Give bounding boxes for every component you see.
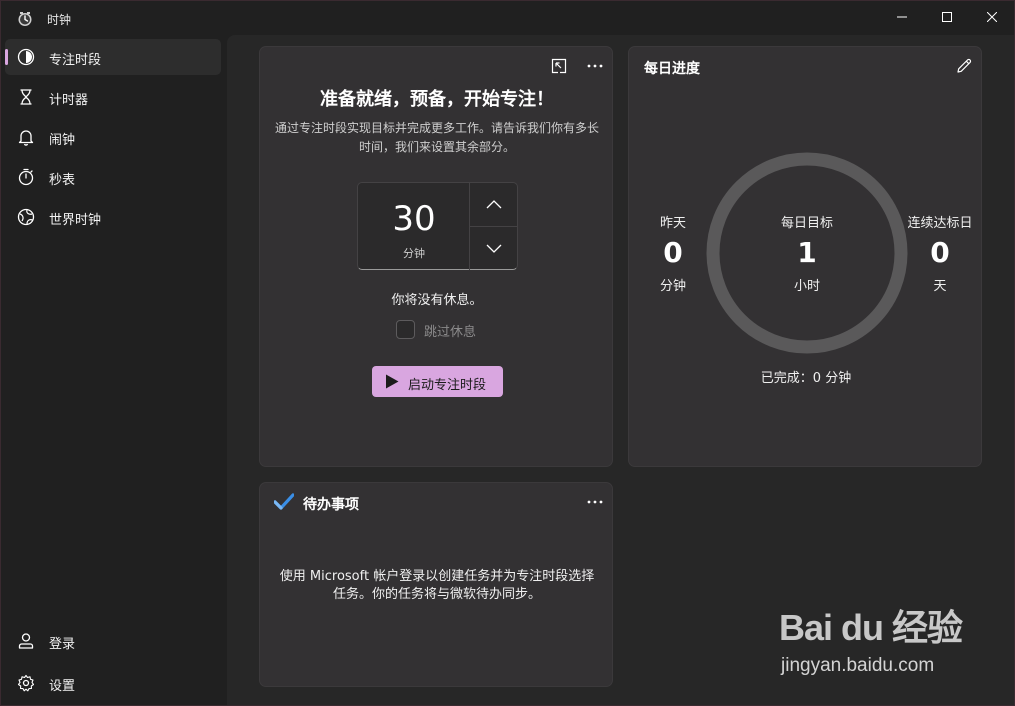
- focus-heading: 准备就绪，预备，开始专注！: [320, 89, 554, 110]
- sidebar-item-label: 闹钟: [49, 133, 76, 148]
- todo-signin-message: 使用 Microsoft 帐户登录以创建任务并为专注时段选择任务。你的任务将与微…: [279, 569, 595, 602]
- chevron-up-icon: [486, 200, 502, 209]
- sidebar-item-sign-in[interactable]: 登录: [5, 623, 221, 659]
- stopwatch-icon: [18, 168, 34, 186]
- globe-icon: [17, 208, 35, 226]
- daily-goal-stat: 每日目标 1 小时: [762, 212, 852, 294]
- completed-text: 已完成：0 分钟: [760, 371, 852, 386]
- daily-goal-unit: 小时: [793, 279, 820, 294]
- gear-icon: [17, 674, 35, 692]
- app-title: 时钟: [47, 13, 72, 27]
- start-focus-button[interactable]: 启动专注时段: [372, 366, 503, 397]
- decrease-button[interactable]: [470, 227, 518, 270]
- baidu-watermark: Bai du 经验 jingyan.baidu.com: [779, 599, 969, 689]
- sidebar: 专注时段 计时器 闹钟 秒表 世界时钟 登录 设置: [1, 35, 227, 705]
- selection-indicator: [5, 49, 8, 65]
- focus-description: 通过专注时段实现目标并完成更多工作。请告诉我们你有多长时间，我们来设置其余部分。: [274, 121, 599, 154]
- todo-card: 待办事项 使用 Microsoft 帐户登录以创建任务并为专注时段选择任务。你的…: [259, 482, 613, 687]
- sidebar-item-settings[interactable]: 设置: [5, 665, 221, 701]
- start-focus-label: 启动专注时段: [408, 378, 487, 393]
- maximize-button[interactable]: [924, 1, 970, 33]
- sidebar-item-label: 专注时段: [49, 53, 102, 68]
- focus-icon: [17, 48, 35, 66]
- sidebar-item-label: 计时器: [49, 93, 89, 108]
- sidebar-item-focus[interactable]: 专注时段: [5, 39, 221, 75]
- break-info: 你将没有休息。: [391, 293, 483, 308]
- duration-stepper[interactable]: 30 分钟: [357, 182, 518, 270]
- skip-break-label[interactable]: 跳过休息: [424, 321, 476, 340]
- close-icon: [987, 12, 997, 22]
- maximize-icon: [942, 12, 952, 22]
- more-options-button[interactable]: [582, 55, 608, 77]
- yesterday-stat: 昨天 0 分钟: [628, 212, 718, 294]
- yesterday-label: 昨天: [659, 216, 686, 231]
- sidebar-item-timer[interactable]: 计时器: [5, 79, 221, 115]
- focus-session-card: 准备就绪，预备，开始专注！ 通过专注时段实现目标并完成更多工作。请告诉我们你有多…: [259, 46, 613, 467]
- yesterday-unit: 分钟: [659, 279, 686, 294]
- sidebar-item-world-clock[interactable]: 世界时钟: [5, 199, 221, 235]
- bell-icon: [18, 130, 34, 146]
- streak-unit: 天: [933, 279, 947, 294]
- more-icon: [587, 64, 603, 68]
- todo-check-icon: [274, 493, 294, 510]
- streak-value: 0: [930, 236, 950, 269]
- duration-value[interactable]: 30: [358, 199, 470, 239]
- daily-progress-card: 每日进度 昨天 0 分钟 每日目标 1 小时 连续达标日 0 天 已完成：0 分…: [628, 46, 982, 467]
- more-icon: [587, 500, 603, 504]
- daily-goal-label: 每日目标: [780, 216, 833, 231]
- skip-break-option[interactable]: 跳过休息: [396, 320, 516, 340]
- clock-app-icon: [18, 12, 32, 26]
- play-icon: [386, 374, 399, 389]
- compact-mode-button[interactable]: [546, 55, 572, 77]
- sidebar-item-label: 设置: [49, 679, 76, 694]
- watermark-url: jingyan.baidu.com: [781, 655, 935, 676]
- watermark-brand: Bai du 经验: [779, 607, 963, 648]
- todo-more-button[interactable]: [582, 491, 608, 513]
- sidebar-item-label: 登录: [49, 637, 76, 652]
- daily-progress-title: 每日进度: [644, 61, 700, 77]
- hourglass-icon: [20, 89, 32, 105]
- sidebar-item-alarm[interactable]: 闹钟: [5, 119, 221, 155]
- minimize-button[interactable]: [879, 1, 925, 33]
- title-bar: 时钟: [1, 1, 1014, 35]
- person-icon: [18, 633, 34, 649]
- daily-goal-value: 1: [797, 236, 817, 269]
- sidebar-item-label: 秒表: [49, 173, 76, 188]
- chevron-down-icon: [486, 244, 502, 253]
- edit-goal-button[interactable]: [951, 55, 977, 77]
- streak-label: 连续达标日: [907, 216, 973, 231]
- todo-title: 待办事项: [303, 497, 359, 513]
- compact-overlay-icon: [551, 58, 567, 74]
- clock-app-window: 时钟 专注时段 计时器 闹钟 秒表 世界时钟 登录 设置 准备就绪，预备，开始专…: [0, 0, 1015, 706]
- minimize-icon: [897, 16, 907, 18]
- sidebar-item-label: 世界时钟: [49, 213, 102, 228]
- skip-break-checkbox[interactable]: [396, 320, 415, 339]
- yesterday-value: 0: [663, 236, 683, 269]
- increase-button[interactable]: [470, 183, 518, 226]
- streak-stat: 连续达标日 0 天: [895, 212, 985, 294]
- duration-unit: 分钟: [403, 247, 425, 260]
- close-button[interactable]: [969, 1, 1015, 33]
- pencil-icon: [957, 58, 972, 73]
- sidebar-item-stopwatch[interactable]: 秒表: [5, 159, 221, 195]
